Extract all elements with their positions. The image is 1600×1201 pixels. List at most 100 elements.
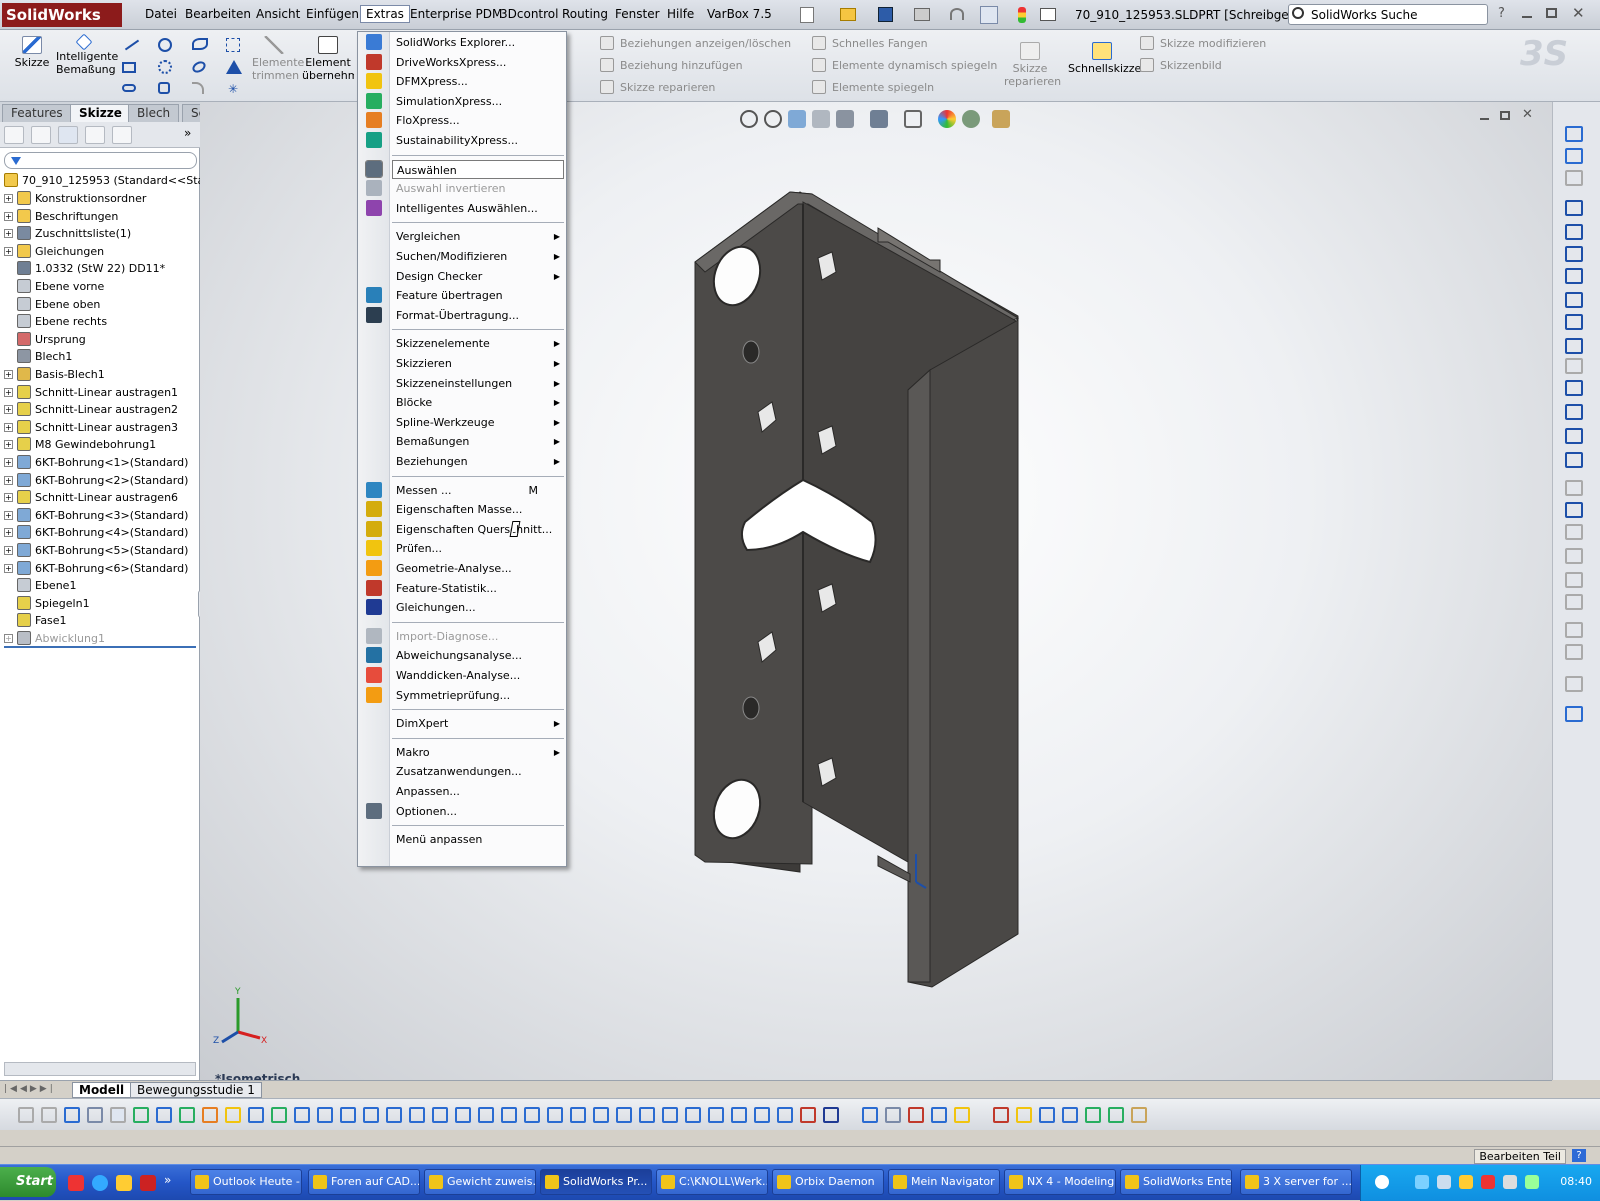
help-icon[interactable]: ? — [1498, 6, 1505, 21]
taskbar-item[interactable]: Foren auf CAD.... — [308, 1169, 420, 1195]
sketch-tool-icon[interactable] — [1565, 358, 1583, 374]
toolbar-tool-icon[interactable] — [954, 1107, 970, 1123]
dimxpert-tab-icon[interactable] — [85, 126, 105, 144]
taskbar-item[interactable]: NX 4 - Modeling ... — [1004, 1169, 1116, 1195]
minimize-icon[interactable] — [1522, 16, 1532, 18]
menu-item[interactable]: Menü anpassen — [392, 830, 564, 849]
toolbar-tool-icon[interactable] — [1131, 1107, 1147, 1123]
toolbar-tool-icon[interactable] — [271, 1107, 287, 1123]
dynamic-mirror-button[interactable]: Elemente dynamisch spiegeln — [812, 58, 997, 72]
convert-entities-button[interactable]: Element übernehm — [302, 32, 354, 82]
sketch-tool-icon[interactable] — [1565, 548, 1583, 564]
sketch-tool-icon[interactable] — [1565, 502, 1583, 518]
taskbar-item[interactable]: Orbix Daemon — [772, 1169, 884, 1195]
tree-item[interactable]: + Beschriftungen — [4, 208, 118, 226]
sketch-tool-icon[interactable] — [1565, 268, 1583, 284]
menu-item[interactable]: Format-Übertragung... — [392, 306, 564, 325]
quicklaunch-ie-icon[interactable] — [92, 1175, 108, 1191]
expand-icon[interactable]: + — [4, 422, 13, 432]
options-icon[interactable] — [1040, 8, 1056, 21]
sketch-tool-icon[interactable] — [1565, 314, 1583, 330]
polygon2-icon[interactable] — [158, 82, 170, 94]
section-view-icon[interactable] — [812, 110, 830, 128]
sketch-tool-icon[interactable] — [1565, 126, 1583, 142]
tree-item[interactable]: + Konstruktionsordner — [4, 190, 146, 208]
tree-item[interactable]: +6KT-Bohrung<1>(Standard) — [4, 454, 188, 472]
expand-icon[interactable]: + — [4, 246, 13, 256]
toolbar-tool-icon[interactable] — [1108, 1107, 1124, 1123]
tree-item[interactable]: + Zuschnittsliste(1) — [4, 225, 131, 243]
tree-item[interactable]: Ursprung — [4, 331, 86, 349]
taskbar-item[interactable]: C:\KNOLL\Werk... — [656, 1169, 768, 1195]
menu-item[interactable]: DimXpert ▶ — [392, 714, 564, 733]
menu-extras[interactable]: Extras — [360, 5, 410, 23]
sketch-tool-icon[interactable] — [1565, 622, 1583, 638]
tab-blech[interactable]: Blech — [128, 104, 180, 122]
menu-varbox-7-5[interactable]: VarBox 7.5 — [707, 7, 772, 21]
view-orientation-icon[interactable] — [836, 110, 854, 128]
sketch-tool-icon[interactable] — [1565, 292, 1583, 308]
line-icon[interactable] — [124, 39, 140, 51]
point-icon[interactable]: ✳ — [228, 82, 238, 96]
zoom-to-area-icon[interactable] — [764, 110, 782, 128]
repair-sketch-button[interactable]: Skizze reparieren — [1004, 38, 1061, 88]
sketch-tool-icon[interactable] — [1565, 572, 1583, 588]
menu-item[interactable]: Skizzieren ▶ — [392, 354, 564, 373]
taskbar-item[interactable]: Gewicht zuweis... — [424, 1169, 536, 1195]
grid-icon[interactable] — [226, 38, 240, 52]
expand-icon[interactable]: + — [4, 528, 13, 538]
sketch-tool-icon[interactable] — [1565, 404, 1583, 420]
tree-item[interactable]: + Schnitt-Linear austragen6 — [4, 489, 178, 507]
close-icon[interactable]: ✕ — [1572, 4, 1585, 22]
menu-item[interactable]: Feature übertragen — [392, 286, 564, 305]
new-icon[interactable] — [800, 7, 814, 23]
open-icon[interactable] — [840, 8, 856, 21]
tree-item[interactable]: Ebene1 — [4, 577, 76, 595]
sketch-tool-icon[interactable] — [1565, 706, 1583, 722]
maximize-icon[interactable] — [1546, 8, 1557, 18]
toolbar-tool-icon[interactable] — [156, 1107, 172, 1123]
menu-item[interactable]: Design Checker ▶ — [392, 267, 564, 286]
menu-einf-gen[interactable]: Einfügen — [306, 7, 359, 21]
sketch-tool-icon[interactable] — [1565, 594, 1583, 610]
menu-item[interactable]: Vergleichen ▶ — [392, 227, 564, 246]
sketch-button[interactable]: Skizze — [10, 32, 54, 69]
expand-icon[interactable]: + — [4, 370, 13, 379]
save-icon[interactable] — [878, 7, 893, 22]
tray-app-icon[interactable] — [1459, 1175, 1473, 1189]
expand-icon[interactable]: + — [4, 229, 13, 239]
toolbar-tool-icon[interactable] — [340, 1107, 356, 1123]
menu-item[interactable]: Prüfen... — [392, 539, 564, 558]
menu-item[interactable]: Symmetrieprüfung... — [392, 686, 564, 705]
start-button[interactable]: Start — [0, 1167, 56, 1197]
toolbar-tool-icon[interactable] — [248, 1107, 264, 1123]
sketch-tool-icon[interactable] — [1565, 246, 1583, 262]
toolbar-tool-icon[interactable] — [317, 1107, 333, 1123]
mirror-entities-button[interactable]: Elemente spiegeln — [812, 80, 934, 94]
menu-item[interactable]: FloXpress... — [392, 111, 564, 130]
quick-sketch-button[interactable]: Schnellskizze — [1068, 38, 1141, 75]
tree-item[interactable]: +6KT-Bohrung<6>(Standard) — [4, 560, 188, 578]
expand-panel-icon[interactable]: » — [184, 126, 191, 140]
text-icon[interactable] — [226, 60, 242, 74]
toolbar-tool-icon[interactable] — [133, 1107, 149, 1123]
toolbar-tool-icon[interactable] — [908, 1107, 924, 1123]
sketch-tool-icon[interactable] — [1565, 338, 1583, 354]
sketch-tool-icon[interactable] — [1565, 380, 1583, 396]
tree-item[interactable]: + Schnitt-Linear austragen2 — [4, 401, 178, 419]
toolbar-tool-icon[interactable] — [823, 1107, 839, 1123]
rebuild-icon[interactable] — [1018, 7, 1026, 23]
toolbar-tool-icon[interactable] — [731, 1107, 747, 1123]
toolbar-tool-icon[interactable] — [708, 1107, 724, 1123]
taskbar-item[interactable]: SolidWorks Pr... — [540, 1169, 652, 1195]
tray-network-icon[interactable] — [1415, 1175, 1429, 1189]
menu-item[interactable]: Eigenschaften Querschnitt... — [392, 520, 564, 539]
display-manager-tab-icon[interactable] — [112, 126, 132, 144]
quicklaunch-more-icon[interactable]: » — [164, 1173, 171, 1187]
viewport-minimize-icon[interactable] — [1480, 118, 1489, 120]
toolbar-tool-icon[interactable] — [409, 1107, 425, 1123]
tree-item[interactable]: Ebene vorne — [4, 278, 104, 296]
menu-3dcontrol[interactable]: 3Dcontrol — [500, 7, 558, 21]
display-style-icon[interactable] — [870, 110, 888, 128]
toolbar-tool-icon[interactable] — [110, 1107, 126, 1123]
